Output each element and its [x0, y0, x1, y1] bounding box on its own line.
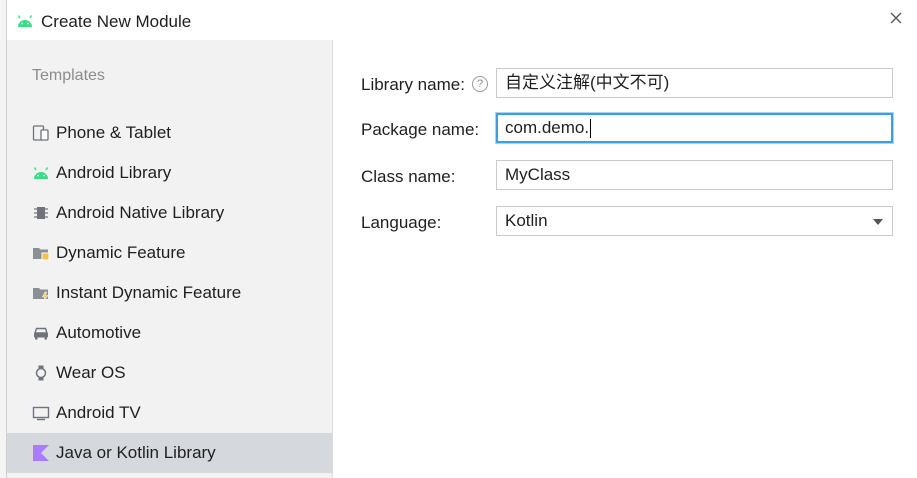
- template-label: Phone & Tablet: [56, 123, 171, 142]
- template-dynamic-feature[interactable]: Dynamic Feature: [7, 233, 332, 273]
- watch-icon: [32, 364, 50, 382]
- create-module-dialog: Create New Module Templates Phone & Tabl…: [6, 0, 917, 478]
- templates-heading: Templates: [32, 67, 105, 84]
- template-automotive[interactable]: Automotive: [7, 313, 332, 353]
- library-name-field[interactable]: 自定义注解(中文不可): [496, 68, 893, 98]
- template-label: Android Native Library: [56, 203, 225, 222]
- library-name-row: Library name: ? 自定义注解(中文不可): [332, 68, 917, 102]
- template-label: Automotive: [56, 323, 142, 342]
- template-label: Wear OS: [56, 363, 126, 382]
- template-android-native-library[interactable]: Android Native Library: [7, 193, 332, 233]
- android-icon: [17, 15, 33, 27]
- library-name-value: 自定义注解(中文不可): [505, 73, 670, 92]
- tv-icon: [32, 404, 50, 422]
- package-name-field[interactable]: com.demo.: [496, 113, 893, 143]
- template-label: Android Library: [56, 163, 172, 182]
- templates-list: Phone & Tablet Android Library Android N…: [7, 113, 332, 473]
- package-name-value: com.demo.: [505, 118, 590, 137]
- phone-tablet-icon: [32, 124, 50, 142]
- template-phone-tablet[interactable]: Phone & Tablet: [7, 113, 332, 153]
- folder-feature-icon: [32, 244, 50, 262]
- dialog-titlebar: Create New Module: [7, 0, 917, 40]
- folder-instant-icon: [32, 284, 50, 302]
- text-caret: [590, 119, 592, 139]
- class-name-field[interactable]: MyClass: [496, 160, 893, 190]
- template-label: Instant Dynamic Feature: [56, 283, 242, 302]
- templates-sidebar: Templates Phone & Tablet Android Library…: [7, 40, 333, 478]
- template-wear-os[interactable]: Wear OS: [7, 353, 332, 393]
- package-name-row: Package name: com.demo.: [332, 113, 917, 147]
- template-instant-dynamic-feature[interactable]: Instant Dynamic Feature: [7, 273, 332, 313]
- language-label: Language:: [361, 213, 442, 232]
- class-name-row: Class name: MyClass: [332, 160, 917, 194]
- dialog-title: Create New Module: [41, 12, 192, 31]
- template-label: Android TV: [56, 403, 141, 422]
- chip-icon: [32, 204, 50, 222]
- car-icon: [32, 324, 50, 342]
- language-select[interactable]: Kotlin: [496, 206, 893, 236]
- template-android-tv[interactable]: Android TV: [7, 393, 332, 433]
- template-java-kotlin-library[interactable]: Java or Kotlin Library: [7, 433, 332, 473]
- chevron-down-icon: [873, 219, 883, 225]
- library-name-label: Library name:: [361, 75, 465, 94]
- class-name-value: MyClass: [505, 165, 571, 184]
- module-form: Library name: ? 自定义注解(中文不可) Package name…: [332, 40, 917, 478]
- template-label: Dynamic Feature: [56, 243, 186, 262]
- language-value: Kotlin: [505, 211, 548, 230]
- class-name-label: Class name:: [361, 167, 456, 186]
- package-name-label: Package name:: [361, 120, 480, 139]
- android-icon: [32, 164, 50, 182]
- template-android-library[interactable]: Android Library: [7, 153, 332, 193]
- help-icon[interactable]: ?: [472, 76, 488, 92]
- close-icon[interactable]: [888, 10, 904, 26]
- language-row: Language: Kotlin: [332, 206, 917, 240]
- template-label: Java or Kotlin Library: [56, 443, 216, 462]
- kotlin-icon: [32, 444, 50, 462]
